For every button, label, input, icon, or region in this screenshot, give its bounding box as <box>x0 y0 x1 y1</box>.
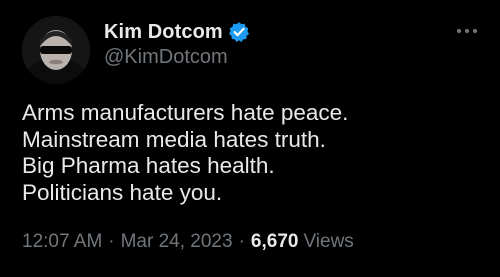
more-options-button[interactable] <box>454 22 480 40</box>
tweet-text: Arms manufacturers hate peace. Mainstrea… <box>22 100 482 206</box>
author-handle[interactable]: @KimDotcom <box>104 46 250 69</box>
avatar-image <box>22 16 90 84</box>
tweet-time[interactable]: 12:07 AM <box>22 231 102 253</box>
tweet-card: Kim Dotcom @KimDotcom Arms manufacturers… <box>0 0 500 277</box>
tweet-author: Kim Dotcom @KimDotcom <box>104 20 250 69</box>
tweet-meta: 12:07 AM · Mar 24, 2023 · 6,670 Views <box>22 231 354 253</box>
tweet-date[interactable]: Mar 24, 2023 <box>121 231 233 253</box>
name-row: Kim Dotcom <box>104 20 250 44</box>
tweet-text-line: Mainstream media hates truth. <box>22 126 326 152</box>
views-count[interactable]: 6,670 <box>251 231 299 253</box>
verified-badge-icon <box>228 21 250 43</box>
more-options-icon <box>457 29 477 33</box>
tweet-text-line: Arms manufacturers hate peace. <box>22 100 349 125</box>
meta-separator: · <box>108 231 115 252</box>
author-display-name[interactable]: Kim Dotcom <box>104 21 223 44</box>
avatar[interactable] <box>22 16 90 84</box>
tweet-text-line: Big Pharma hates health. <box>22 153 275 178</box>
meta-separator: · <box>238 231 245 252</box>
views-label: Views <box>303 231 354 252</box>
tweet-text-line: Politicians hate you. <box>22 179 223 205</box>
